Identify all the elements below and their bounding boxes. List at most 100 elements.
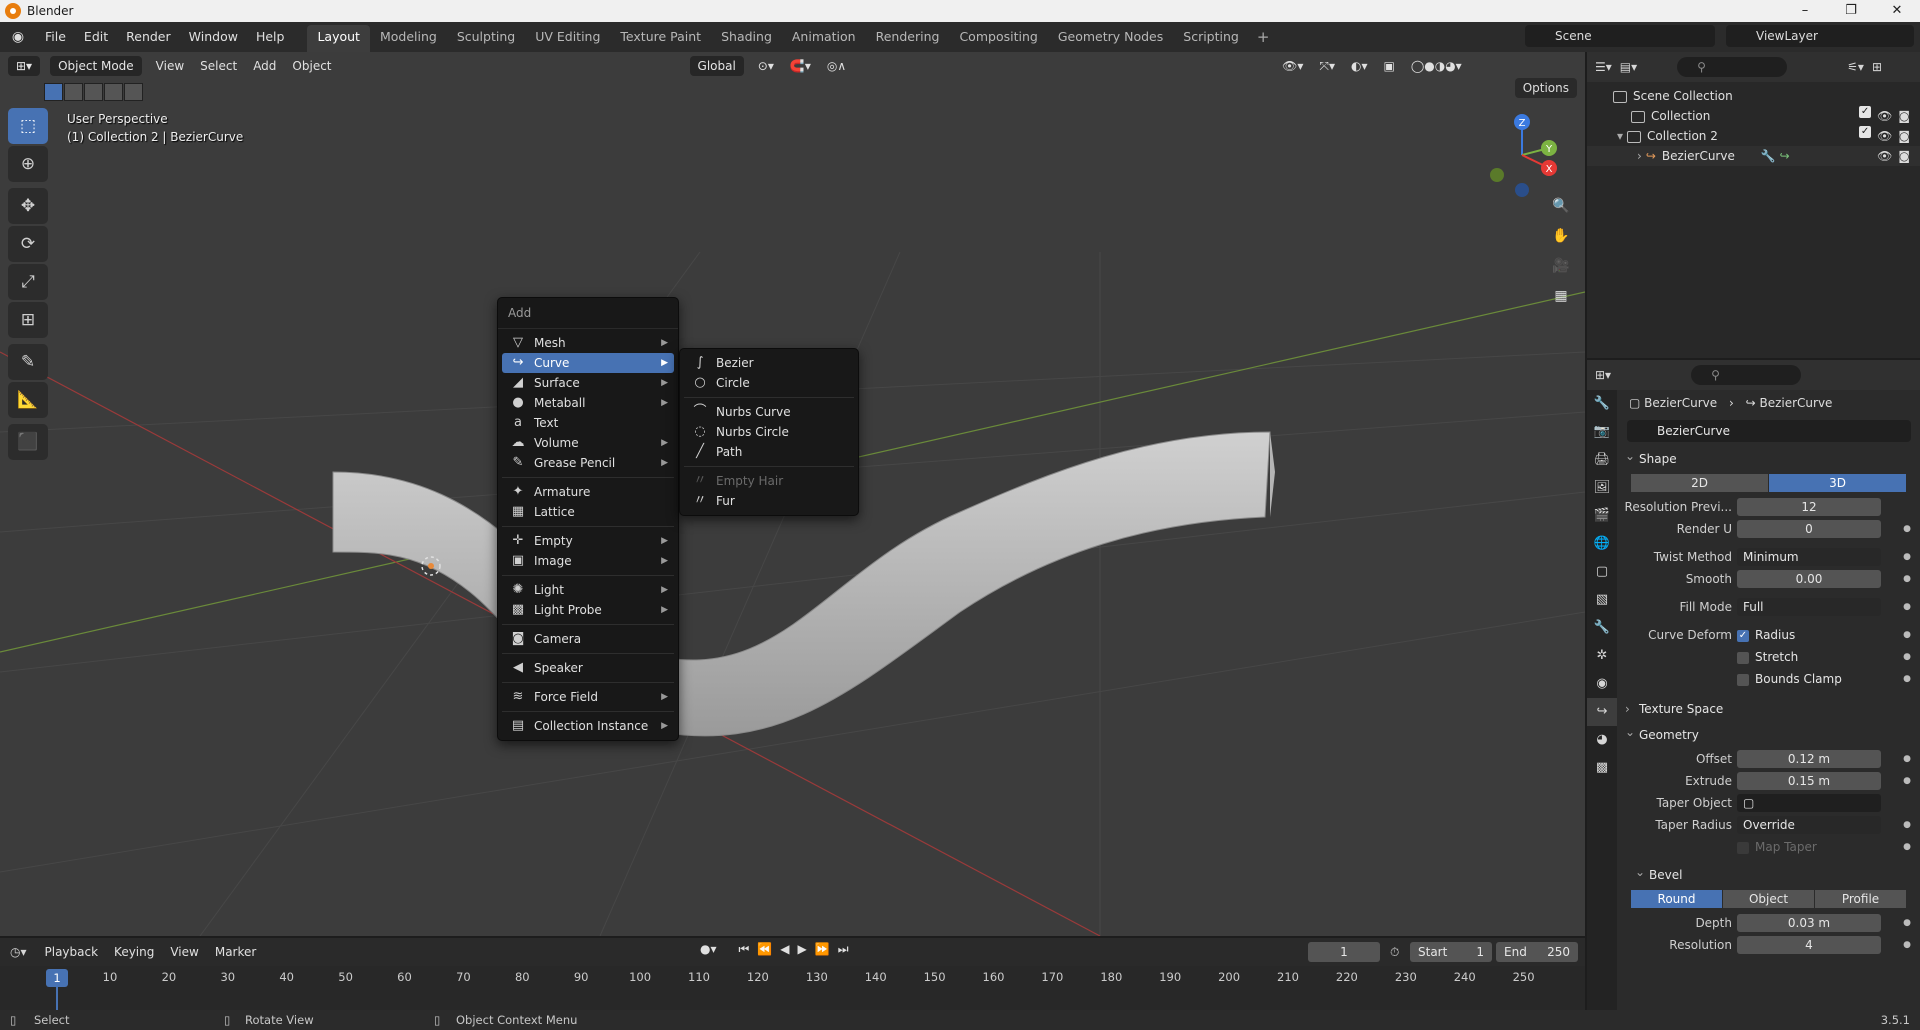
add-workspace-button[interactable]: + xyxy=(1249,22,1278,52)
add-menu-curve[interactable]: ↪ Curve ▶ xyxy=(502,353,674,373)
select-menu[interactable]: Select xyxy=(192,59,245,73)
record-icon[interactable]: ●▾ xyxy=(700,942,717,957)
bevel-round-button[interactable]: Round xyxy=(1631,890,1723,908)
mode-dropdown[interactable]: Object Mode xyxy=(50,56,142,76)
bevel-panel-header[interactable]: Bevel xyxy=(1631,859,1917,888)
render-camera-icon[interactable]: ◙ xyxy=(1898,126,1910,146)
tab-animation[interactable]: Animation xyxy=(782,25,866,52)
jump-start-icon[interactable]: ⏮ xyxy=(739,942,750,957)
editor-type-icon[interactable]: ⊞▾ xyxy=(8,56,41,76)
add-menu-image[interactable]: ▣ Image ▶ xyxy=(502,551,674,571)
add-cube-tool-icon[interactable]: ⬛ xyxy=(8,424,48,460)
zoom-icon[interactable]: 🔍 xyxy=(1547,192,1575,220)
select-subtract-icon[interactable] xyxy=(84,83,103,101)
radius-checkbox[interactable]: ✓ Radius xyxy=(1737,624,1795,646)
extrude-field[interactable]: 0.15 m xyxy=(1737,772,1881,790)
tab-sculpting[interactable]: Sculpting xyxy=(447,25,525,52)
add-menu-grease-pencil[interactable]: ✎ Grease Pencil ▶ xyxy=(502,453,674,473)
twist-method-select[interactable]: Minimum xyxy=(1737,548,1881,566)
add-menu-light[interactable]: ✺ Light ▶ xyxy=(502,580,674,600)
select-intersect-icon[interactable] xyxy=(124,83,143,101)
bevel-object-button[interactable]: Object xyxy=(1723,890,1815,908)
data-name-field[interactable]: BezierCurve xyxy=(1627,420,1911,442)
cursor-tool-icon[interactable]: ⊕ xyxy=(8,146,48,182)
fill-mode-select[interactable]: Full xyxy=(1737,598,1881,616)
measure-tool-icon[interactable]: 📐 xyxy=(8,382,48,418)
material-tab-icon[interactable]: ◕ xyxy=(1587,726,1617,754)
scene-selector[interactable]: Scene xyxy=(1525,25,1715,47)
2d-button[interactable]: 2D xyxy=(1631,474,1769,492)
add-menu-button[interactable]: Add xyxy=(245,59,284,73)
playback-menu[interactable]: Playback xyxy=(37,945,107,959)
end-frame-field[interactable]: End 250 xyxy=(1496,942,1578,962)
pan-hand-icon[interactable]: ✋ xyxy=(1547,222,1575,250)
add-menu-collection-instance[interactable]: ▤ Collection Instance ▶ xyxy=(502,716,674,736)
exclude-checkbox[interactable]: ✓ xyxy=(1859,106,1872,118)
tab-scripting[interactable]: Scripting xyxy=(1173,25,1249,52)
current-frame-field[interactable]: 1 xyxy=(1308,942,1380,962)
menu-window[interactable]: Window xyxy=(180,22,247,52)
curve-submenu-fur[interactable]: 〃 Fur xyxy=(684,491,854,511)
tab-rendering[interactable]: Rendering xyxy=(866,25,950,52)
timeline-view-menu[interactable]: View xyxy=(162,945,206,959)
texture-space-panel-header[interactable]: Texture Space xyxy=(1621,696,1917,722)
stretch-checkbox[interactable]: Stretch xyxy=(1737,646,1798,668)
render-u-field[interactable]: 0 xyxy=(1737,520,1881,538)
visibility-eye-icon[interactable]: 👁 xyxy=(1877,126,1892,146)
play-icon[interactable]: ▶ xyxy=(798,942,807,957)
tab-texture-paint[interactable]: Texture Paint xyxy=(610,25,711,52)
gizmo-neg-z-icon[interactable] xyxy=(1515,183,1529,197)
view-menu[interactable]: View xyxy=(148,59,192,73)
world-tab-icon[interactable]: 🌐 xyxy=(1587,530,1617,558)
smooth-field[interactable]: 0.00 xyxy=(1737,570,1881,588)
properties-editor-icon[interactable]: ⊞▾ xyxy=(1595,368,1611,382)
add-menu-metaball[interactable]: ● Metaball ▶ xyxy=(502,393,674,413)
camera-view-icon[interactable]: 🎥 xyxy=(1547,252,1575,280)
jump-end-icon[interactable]: ⏭ xyxy=(838,942,849,957)
shading-modes-icon[interactable]: ◯●◑◕▾ xyxy=(1403,59,1470,73)
gizmo-toggle-icon[interactable]: ⤧▾ xyxy=(1311,59,1343,74)
particles-tab-icon[interactable]: ✲ xyxy=(1587,642,1617,670)
keyframe-dot-icon[interactable]: ● xyxy=(1903,568,1911,590)
minimize-icon[interactable]: – xyxy=(1782,0,1828,22)
resolution-field[interactable]: 4 xyxy=(1737,936,1881,954)
tab-uv-editing[interactable]: UV Editing xyxy=(525,25,610,52)
timeline-editor-icon[interactable]: ◷▾ xyxy=(10,945,27,959)
keyframe-dot-icon[interactable]: ● xyxy=(1903,814,1911,836)
display-mode-icon[interactable]: ▤▾ xyxy=(1620,60,1637,74)
scene-tab-icon[interactable]: 🎬 xyxy=(1587,502,1617,530)
render-tab-icon[interactable]: 📷 xyxy=(1587,418,1617,446)
modifier-tab-icon[interactable]: 🔧 xyxy=(1587,614,1617,642)
move-tool-icon[interactable]: ✥ xyxy=(8,188,48,224)
tab-modeling[interactable]: Modeling xyxy=(370,25,447,52)
keyframe-dot-icon[interactable]: ● xyxy=(1903,668,1911,690)
add-menu-surface[interactable]: ◢ Surface ▶ xyxy=(502,373,674,393)
view-layer-tab-icon[interactable]: 🖼 xyxy=(1587,474,1617,502)
xray-icon[interactable]: ▣ xyxy=(1376,59,1403,73)
physics-tab-icon[interactable]: ◉ xyxy=(1587,670,1617,698)
tab-compositing[interactable]: Compositing xyxy=(949,25,1047,52)
new-collection-icon[interactable]: ⊞ xyxy=(1872,60,1882,74)
options-button[interactable]: Options xyxy=(1514,78,1577,98)
outliner-row-collection-2[interactable]: ▾ Collection 2 ✓ 👁 ◙ xyxy=(1587,126,1920,146)
shape-panel-header[interactable]: Shape xyxy=(1621,443,1917,472)
transform-tool-icon[interactable]: ⊞ xyxy=(8,302,48,338)
keyframe-dot-icon[interactable]: ● xyxy=(1903,770,1911,792)
outliner-row-collection[interactable]: Collection ✓ 👁 ◙ xyxy=(1587,106,1920,126)
timeline-ruler[interactable]: 10 20 30 40 50 60 70 80 90 100 110 120 130 140 150 160 1… xyxy=(0,966,1585,1010)
keyframe-dot-icon[interactable]: ● xyxy=(1903,748,1911,770)
modifier-wrench-icon[interactable]: 🔧 xyxy=(1761,149,1776,163)
curve-submenu-path[interactable]: ╱ Path xyxy=(684,442,854,462)
play-reverse-icon[interactable]: ◀ xyxy=(780,942,789,957)
add-menu-lattice[interactable]: ▦ Lattice xyxy=(502,502,674,522)
curve-data-tab-icon[interactable]: ↪ xyxy=(1587,698,1617,726)
add-menu-mesh[interactable]: ▽ Mesh ▶ xyxy=(502,333,674,353)
pivot-icon[interactable]: ⊙▾ xyxy=(750,59,782,73)
add-menu-light-probe[interactable]: ▩ Light Probe ▶ xyxy=(502,600,674,620)
stopwatch-icon[interactable]: ⏱ xyxy=(1390,942,1399,962)
close-icon[interactable]: ✕ xyxy=(1874,0,1920,22)
render-camera-icon[interactable]: ◙ xyxy=(1898,146,1910,166)
keyframe-dot-icon[interactable]: ● xyxy=(1903,546,1911,568)
geometry-panel-header[interactable]: Geometry xyxy=(1621,719,1917,748)
maximize-icon[interactable]: ❐ xyxy=(1828,0,1874,22)
